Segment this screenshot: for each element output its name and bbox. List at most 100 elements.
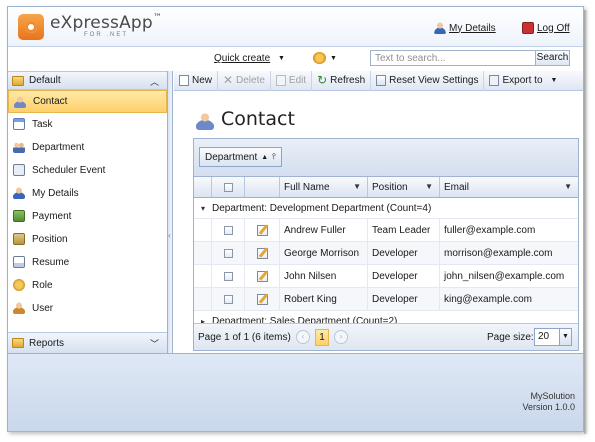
new-button[interactable]: New	[174, 70, 219, 91]
sidebar-item-scheduler-event[interactable]: Scheduler Event	[8, 159, 167, 182]
page-size-value: 20	[538, 331, 550, 342]
palette-icon[interactable]	[313, 52, 326, 64]
sidebar-item-resume[interactable]: Resume	[8, 251, 167, 274]
folder-icon	[12, 75, 24, 86]
delete-button[interactable]: ✕ Delete	[218, 70, 271, 91]
search-input[interactable]: Text to search...	[370, 50, 540, 66]
chevron-down-icon[interactable]: ▼	[278, 55, 285, 62]
log-off-icon	[522, 22, 534, 34]
log-off-label: Log Off	[537, 22, 570, 34]
select-cell	[212, 265, 245, 287]
filter-icon[interactable]: ▼	[353, 182, 361, 191]
previous-page-button[interactable]: ‹	[296, 330, 310, 344]
edit-button[interactable]: Edit	[271, 70, 313, 91]
edit-icon	[275, 75, 286, 86]
sidebar-item-department[interactable]: Department	[8, 136, 167, 159]
cell-email: john_nilsen@example.com	[444, 270, 565, 282]
refresh-icon: ↻	[317, 73, 328, 87]
sidebar-item-payment[interactable]: Payment	[8, 205, 167, 228]
quick-create-link[interactable]: Quick create	[214, 53, 270, 64]
column-header-full-name[interactable]: Full Name ▼	[280, 177, 368, 197]
sidebar-item-label: Contact	[33, 96, 68, 107]
filter-icon[interactable]: ▼	[564, 182, 572, 191]
chevron-down-icon[interactable]: ▼	[559, 329, 571, 345]
edit-cell	[245, 219, 280, 241]
chevron-down-icon[interactable]: ▼	[330, 55, 337, 62]
collapse-icon[interactable]: ▾	[194, 204, 212, 213]
chevron-down-icon[interactable]: ▼	[551, 77, 558, 84]
new-button-label: New	[192, 75, 213, 86]
sidebar-item-my-details[interactable]: My Details	[8, 182, 167, 205]
next-page-button[interactable]: ›	[334, 330, 348, 344]
page-number-button[interactable]: 1	[315, 329, 329, 346]
cell-full-name: John Nilsen	[280, 265, 368, 287]
edit-icon[interactable]	[256, 224, 268, 236]
column-header-label: Position	[372, 181, 408, 193]
sidebar-item-label: Scheduler Event	[32, 164, 106, 176]
filter-icon[interactable]: ▼	[425, 182, 433, 191]
export-icon	[489, 75, 500, 86]
my-details-link[interactable]: My Details	[434, 22, 496, 34]
contact-icon	[196, 112, 214, 130]
cell-full-name: Robert King	[280, 288, 368, 310]
resume-icon	[13, 256, 25, 268]
group-row[interactable]: ▾ Department: Development Department (Co…	[194, 198, 578, 219]
row-checkbox[interactable]	[223, 225, 233, 235]
sidebar-item-task[interactable]: Task	[8, 113, 167, 136]
window-shadow	[584, 10, 588, 434]
sidebar-item-role[interactable]: Role	[8, 274, 167, 297]
sidebar-item-contact[interactable]: Contact	[8, 90, 167, 113]
column-header-label: Email	[444, 181, 470, 193]
table-row[interactable]: George Morrison Developer morrison@examp…	[194, 242, 578, 265]
indent-cell	[194, 265, 212, 287]
chevron-down-icon[interactable]: ﹀	[150, 337, 159, 350]
group-by-department-chip[interactable]: Department ▲ ⫯	[199, 147, 282, 167]
sidebar-splitter[interactable]	[168, 71, 173, 353]
role-icon	[13, 279, 25, 291]
edit-icon[interactable]	[256, 270, 268, 282]
cell-email: fuller@example.com	[444, 224, 536, 236]
column-header-email[interactable]: Email ▼	[440, 177, 578, 197]
row-checkbox[interactable]	[223, 248, 233, 258]
sidebar-item-user[interactable]: User	[8, 297, 167, 320]
sidebar-item-position[interactable]: Position	[8, 228, 167, 251]
app-footer: MySolution Version 1.0.0	[8, 353, 583, 431]
nav-group-reports[interactable]: Reports ﹀	[8, 332, 167, 353]
refresh-button-label: Refresh	[330, 75, 366, 86]
app-header: eXpressApp™ FOR .NET My Details Log Off	[8, 7, 583, 47]
nav-group-default[interactable]: Default ︿	[8, 71, 167, 90]
nav-group-label: Reports	[29, 337, 65, 349]
app-logo-text: eXpressApp™	[50, 13, 163, 33]
table-row[interactable]: Robert King Developer king@example.com	[194, 288, 578, 311]
filter-icon[interactable]: ⫯	[272, 152, 275, 162]
group-panel: Department ▲ ⫯	[194, 139, 578, 177]
edit-icon[interactable]	[256, 293, 268, 305]
user-icon	[434, 22, 446, 34]
cell-position: Developer	[368, 288, 440, 310]
edit-icon[interactable]	[256, 247, 268, 259]
edit-column-header	[245, 177, 280, 197]
table-row[interactable]: Andrew Fuller Team Leader fuller@example…	[194, 219, 578, 242]
payment-icon	[13, 210, 25, 222]
row-checkbox[interactable]	[223, 271, 233, 281]
select-all-checkbox[interactable]	[223, 182, 233, 192]
indent-cell	[194, 219, 212, 241]
sidebar-item-label: Department	[32, 141, 85, 153]
sort-ascending-icon[interactable]: ▲	[261, 154, 268, 161]
group-chip-label: Department	[205, 151, 258, 163]
contact-grid: Department ▲ ⫯ Full Name ▼ Position ▼ Em…	[193, 138, 579, 351]
cell-full-name: George Morrison	[280, 242, 368, 264]
page-size-select[interactable]: 20 ▼	[534, 328, 572, 346]
user-icon	[13, 302, 25, 314]
search-button[interactable]: Search	[535, 50, 570, 66]
select-cell	[212, 288, 245, 310]
table-row[interactable]: John Nilsen Developer john_nilsen@exampl…	[194, 265, 578, 288]
log-off-link[interactable]: Log Off	[522, 22, 570, 34]
refresh-button[interactable]: ↻ Refresh	[312, 70, 372, 91]
export-to-button[interactable]: Export to ▼	[484, 71, 562, 91]
reset-view-settings-button[interactable]: Reset View Settings	[371, 70, 485, 91]
column-header-position[interactable]: Position ▼	[368, 177, 440, 197]
row-checkbox[interactable]	[223, 294, 233, 304]
chevron-up-icon[interactable]: ︿	[150, 75, 159, 88]
folder-icon	[12, 338, 24, 348]
